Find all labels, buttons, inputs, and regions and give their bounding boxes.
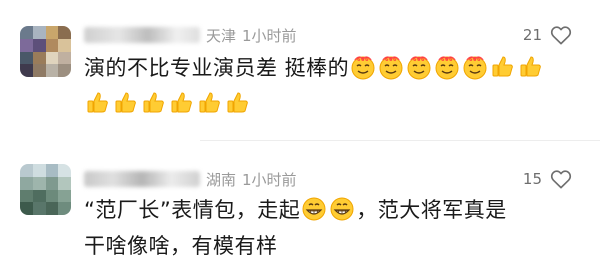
comment-item: 天津 1小时前 21 演的不比专业演员差 挺棒的 666 666 666 666 666 [0, 0, 600, 132]
awesome-face-emoji: 666 [434, 54, 460, 80]
like-count: 21 [522, 26, 542, 44]
awesome-face-emoji: 666 [406, 54, 432, 80]
svg-text:666: 666 [385, 57, 397, 63]
thumbs-up-emoji [169, 90, 195, 116]
awesome-face-emoji: 666 [462, 54, 488, 80]
like-button[interactable]: 15 [523, 168, 572, 190]
heart-outline-icon[interactable] [550, 25, 572, 45]
comment-location: 湖南 [206, 170, 237, 189]
username-redacted[interactable] [84, 171, 200, 187]
avatar[interactable] [20, 164, 71, 215]
comment-text-line2: 干啥像啥，有模有样 [84, 234, 278, 258]
heart-outline-icon[interactable] [550, 169, 572, 189]
grin-emoji [301, 196, 327, 222]
comment-time: 1小时前 [242, 26, 297, 45]
thumbs-up-emoji [197, 90, 223, 116]
comment-text-part1: “范厂长”表情包，走起 [84, 198, 301, 222]
awesome-face-emoji: 666 [378, 54, 404, 80]
thumbs-up-emoji [225, 90, 251, 116]
username-redacted[interactable] [84, 27, 200, 43]
like-button[interactable]: 21 [523, 24, 572, 46]
comment-text-part2: ，范大将军真是 [356, 198, 507, 222]
svg-text:666: 666 [357, 57, 369, 63]
thumbs-up-emoji [85, 90, 111, 116]
svg-text:666: 666 [413, 57, 425, 63]
comment-divider [200, 140, 600, 141]
svg-text:666: 666 [469, 57, 481, 63]
comment-meta: 湖南 1小时前 [84, 168, 297, 190]
avatar[interactable] [20, 26, 71, 77]
comment-text: 演的不比专业演员差 挺棒的 666 666 666 666 666 [84, 50, 580, 122]
grin-emoji [329, 196, 355, 222]
comment-time: 1小时前 [242, 170, 297, 189]
comment-list: 天津 1小时前 21 演的不比专业演员差 挺棒的 666 666 666 666 666 … [0, 0, 600, 272]
svg-text:666: 666 [441, 57, 453, 63]
comment-location: 天津 [206, 26, 237, 45]
comment-text-content: 演的不比专业演员差 挺棒的 [84, 56, 350, 80]
thumbs-up-emoji [113, 90, 139, 116]
like-count: 15 [522, 170, 542, 188]
awesome-face-emoji: 666 [350, 54, 376, 80]
thumbs-up-emoji [490, 54, 516, 80]
comment-text: “范厂长”表情包，走起 ，范大将军真是干啥像啥，有模有样 [84, 192, 580, 264]
thumbs-up-emoji [141, 90, 167, 116]
comment-meta: 天津 1小时前 [84, 24, 297, 46]
thumbs-up-emoji [518, 54, 544, 80]
comment-item: 湖南 1小时前 15 “范厂长”表情包，走起 ，范大将军真是干啥像啥，有模有样 [0, 152, 600, 272]
